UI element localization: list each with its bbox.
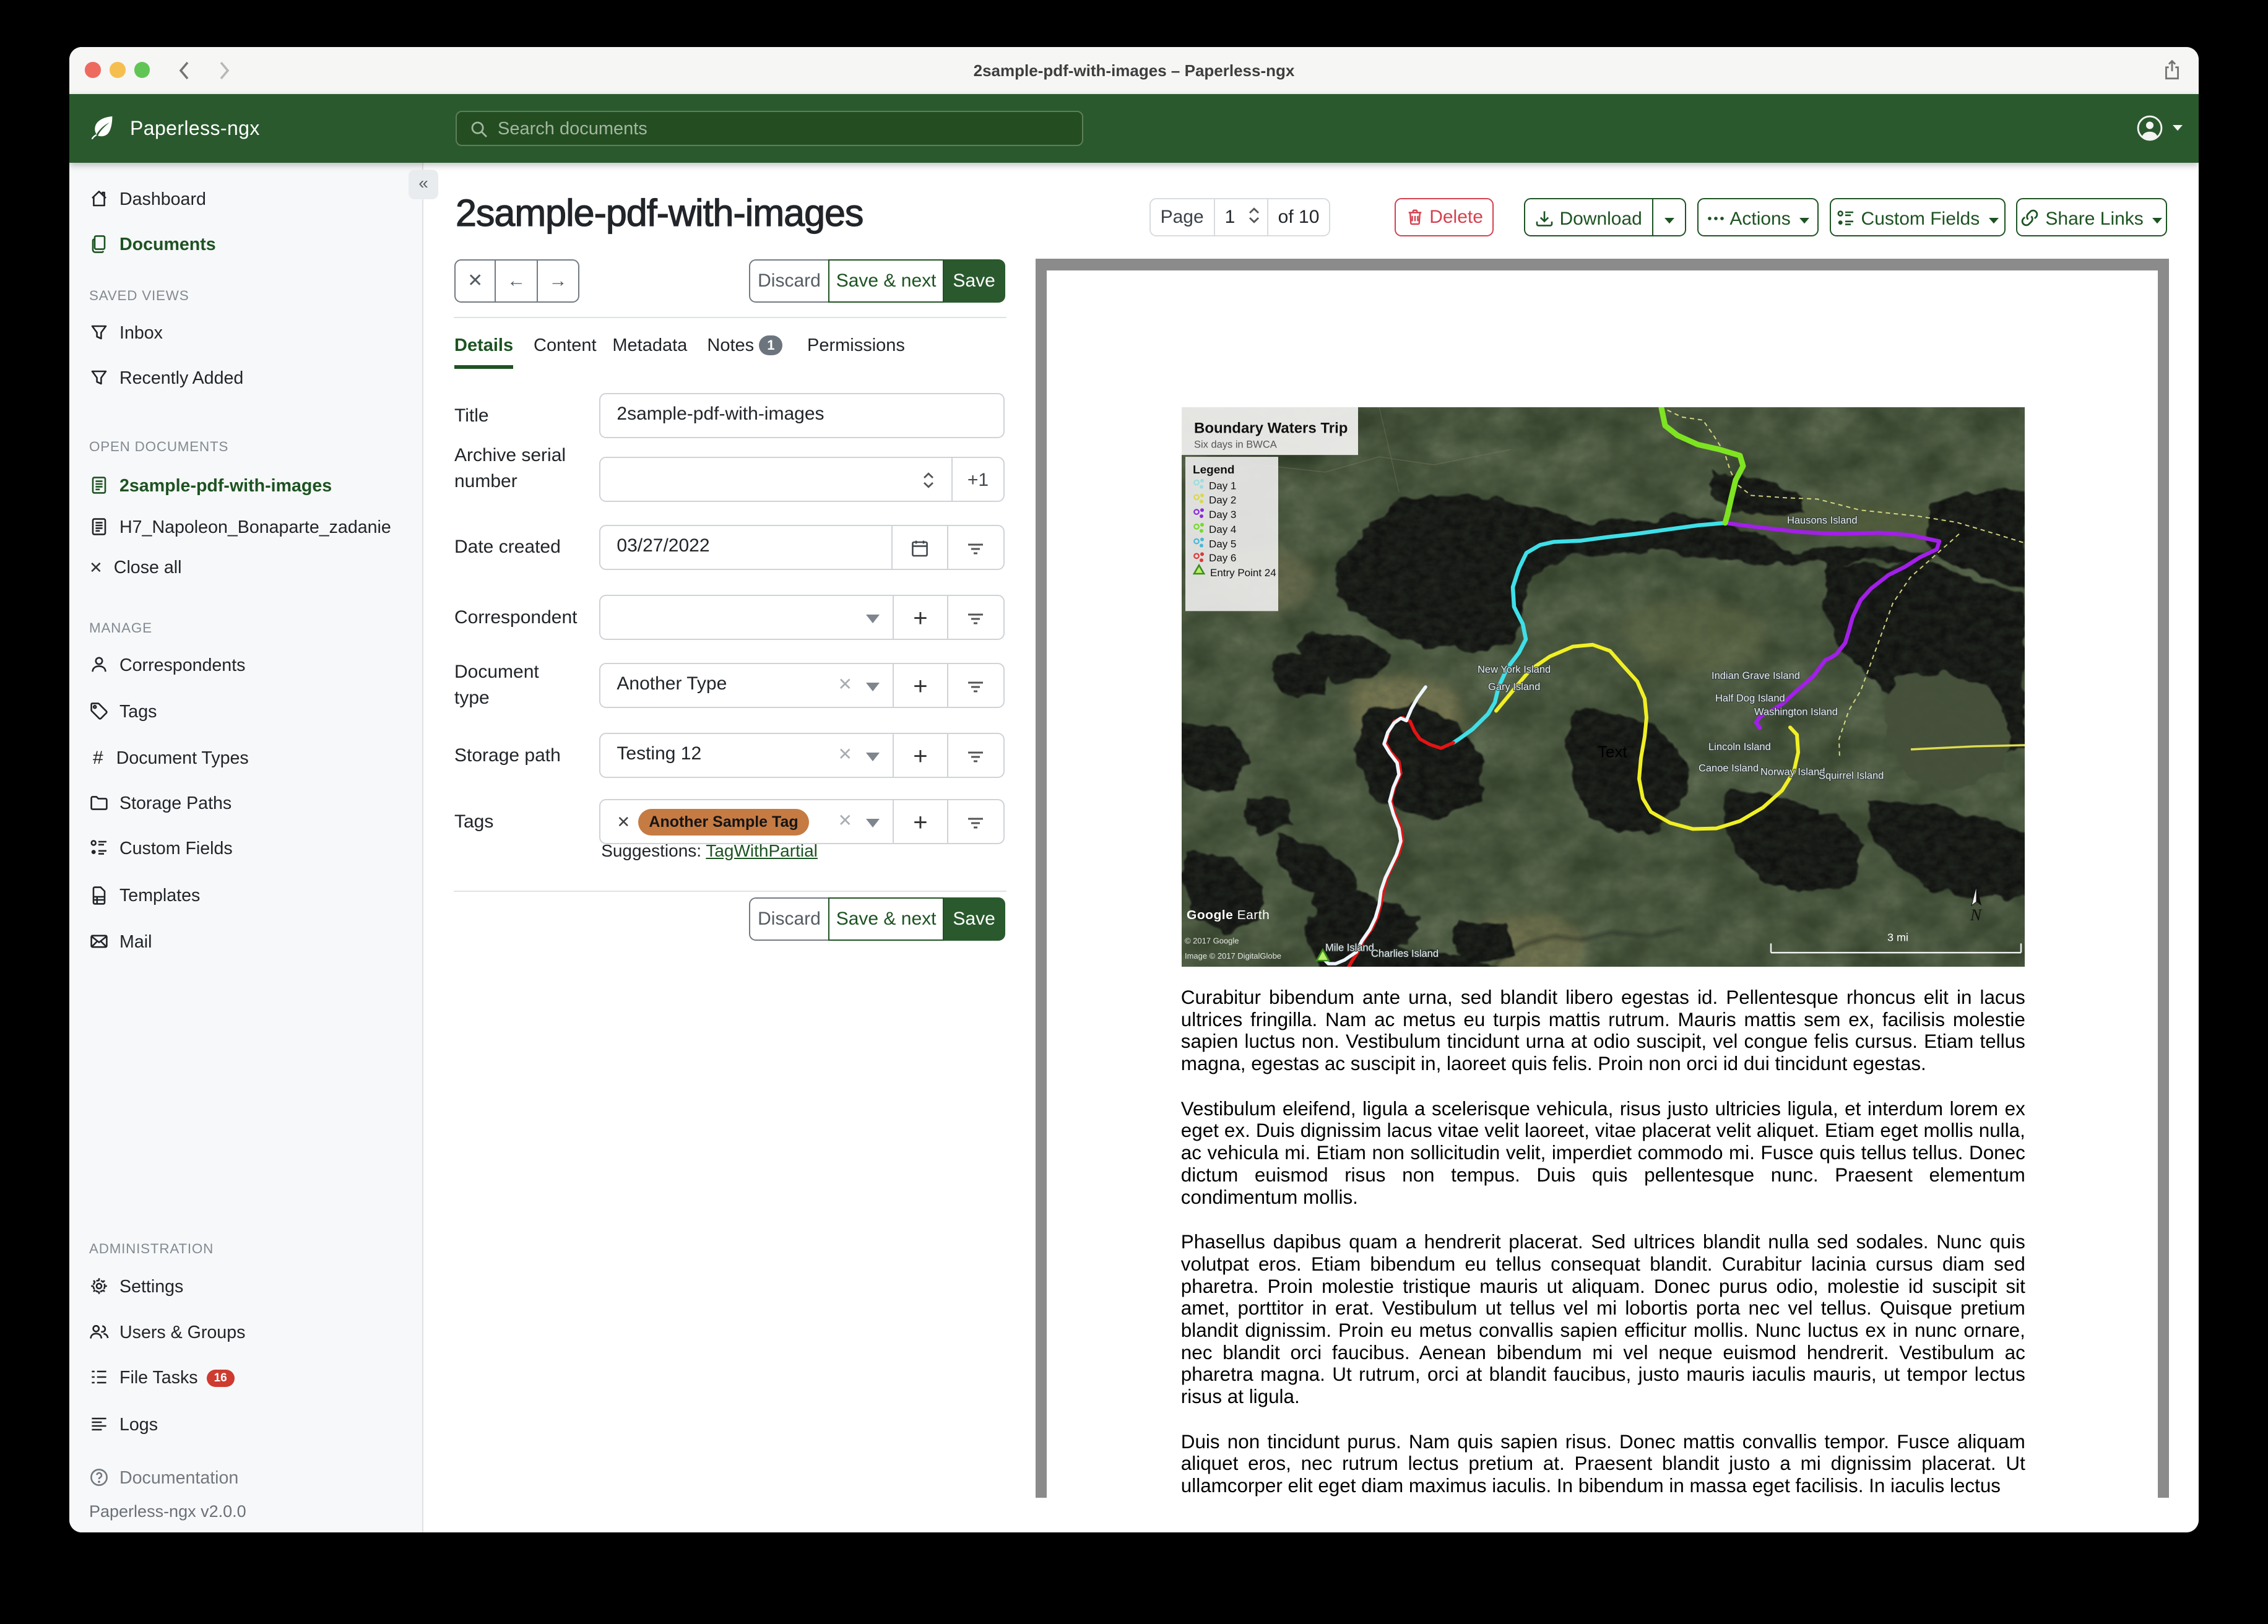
svg-text:3 mi: 3 mi: [1887, 931, 1908, 943]
svg-text:Day 2: Day 2: [1209, 494, 1236, 506]
svg-text:Squirrel Island: Squirrel Island: [1819, 770, 1884, 781]
svg-text:Google Earth: Google Earth: [1187, 908, 1270, 922]
svg-text:Canoe Island: Canoe Island: [1699, 762, 1759, 774]
svg-text:Day 5: Day 5: [1209, 538, 1236, 550]
svg-text:Day 4: Day 4: [1209, 523, 1236, 535]
svg-text:Washington Island: Washington Island: [1754, 706, 1838, 717]
svg-text:N: N: [1970, 905, 1983, 924]
svg-text:Charlies Island: Charlies Island: [1371, 948, 1439, 959]
svg-text:Half Dog Island: Half Dog Island: [1715, 693, 1785, 704]
svg-text:Indian Grave Island: Indian Grave Island: [1712, 670, 1800, 681]
svg-text:Boundary Waters Trip: Boundary Waters Trip: [1194, 420, 1348, 436]
svg-text:Day 1: Day 1: [1209, 480, 1236, 491]
svg-text:Hausons Island: Hausons Island: [1787, 515, 1858, 526]
svg-text:Day 6: Day 6: [1209, 552, 1236, 564]
svg-text:New York Island: New York Island: [1478, 664, 1551, 675]
svg-text:Entry Point 24: Entry Point 24: [1210, 567, 1276, 579]
svg-text:Image © 2017 DigitalGlobe: Image © 2017 DigitalGlobe: [1185, 951, 1281, 961]
svg-text:Gary Island: Gary Island: [1488, 681, 1540, 693]
svg-text:Day 3: Day 3: [1209, 509, 1236, 520]
svg-text:Text: Text: [1598, 743, 1627, 761]
svg-text:Norway Island: Norway Island: [1760, 766, 1825, 777]
svg-text:© 2017 Google: © 2017 Google: [1185, 936, 1239, 945]
svg-text:Lincoln Island: Lincoln Island: [1708, 741, 1771, 753]
svg-text:Six days in BWCA: Six days in BWCA: [1194, 439, 1277, 450]
svg-text:Legend: Legend: [1193, 464, 1234, 477]
svg-text:Mile Island: Mile Island: [1325, 942, 1374, 953]
